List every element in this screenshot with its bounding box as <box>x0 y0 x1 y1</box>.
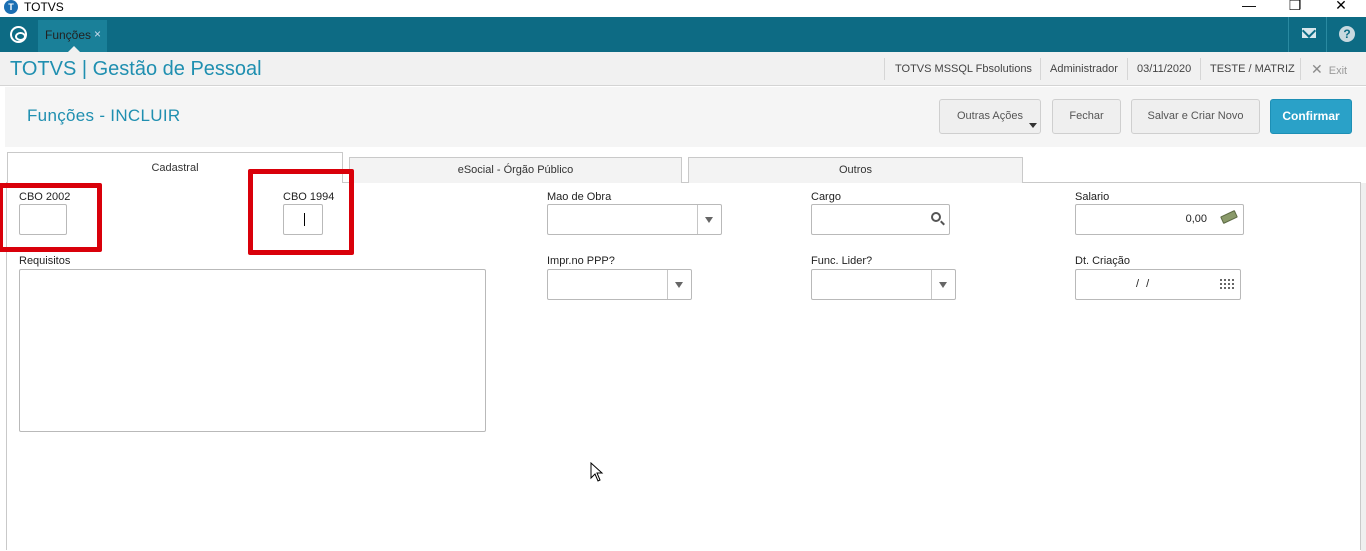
mao-de-obra-label: Mao de Obra <box>547 191 612 203</box>
chevron-down-icon <box>1029 123 1037 128</box>
appbar-divider <box>1288 17 1289 52</box>
other-actions-button[interactable]: Outras Ações <box>939 99 1041 134</box>
tab-outros[interactable]: Outros <box>688 157 1023 183</box>
home-button[interactable] <box>0 17 36 52</box>
app-tab-bar: Funções × ? <box>0 17 1366 52</box>
search-icon[interactable] <box>931 212 941 222</box>
header-divider <box>1200 58 1201 80</box>
tab-funcoes-label: Funções <box>45 28 92 42</box>
chevron-down-icon[interactable] <box>931 270 955 299</box>
page-title: Funções - INCLUIR <box>27 106 181 125</box>
header-divider <box>1127 58 1128 80</box>
header-divider <box>1300 58 1301 80</box>
appbar-divider <box>1326 17 1327 52</box>
impr-ppp-select[interactable] <box>547 269 692 300</box>
minimize-button[interactable]: — <box>1226 0 1272 15</box>
save-and-new-button[interactable]: Salvar e Criar Novo <box>1131 99 1260 134</box>
chevron-down-icon[interactable] <box>667 270 691 299</box>
header-divider <box>1040 58 1041 80</box>
mail-icon[interactable] <box>1302 28 1316 38</box>
date-info: 03/11/2020 <box>1137 63 1192 75</box>
chevron-down-icon[interactable] <box>697 205 721 234</box>
money-icon <box>1220 209 1239 225</box>
window-title: TOTVS <box>24 0 64 14</box>
dt-criacao-label: Dt. Criação <box>1075 255 1131 267</box>
form-scroll-edge <box>1361 183 1366 551</box>
totvs-app-icon: T <box>4 0 18 14</box>
other-actions-label: Outras Ações <box>956 110 1024 122</box>
cargo-label: Cargo <box>811 191 841 203</box>
close-window-button[interactable]: ✕ <box>1318 0 1364 15</box>
server-info: TOTVS MSSQL Fbsolutions <box>895 63 1032 75</box>
impr-ppp-label: Impr.no PPP? <box>547 255 615 267</box>
exit-icon: ✕ <box>1311 61 1323 77</box>
dt-criacao-input[interactable]: / / <box>1075 269 1241 300</box>
tab-funcoes[interactable]: Funções × <box>38 20 107 52</box>
help-icon[interactable]: ? <box>1339 26 1355 42</box>
func-lider-select[interactable] <box>811 269 956 300</box>
close-button[interactable]: Fechar <box>1052 99 1121 134</box>
annotation-highlight-cbo1994 <box>248 169 354 255</box>
totvs-home-icon <box>10 26 27 43</box>
tab-close-icon[interactable]: × <box>94 27 101 41</box>
dt-criacao-value: / / <box>1136 278 1152 290</box>
salario-input[interactable]: 0,00 <box>1075 204 1244 235</box>
salario-label: Salario <box>1075 191 1110 203</box>
tab-esocial[interactable]: eSocial - Órgão Público <box>349 157 682 183</box>
module-title: TOTVS | Gestão de Pessoal <box>10 58 262 80</box>
window-titlebar: T TOTVS — ❐ ✕ <box>0 0 1366 17</box>
header-divider <box>884 58 885 80</box>
exit-button[interactable]: ✕ Exit <box>1311 61 1347 78</box>
mao-de-obra-select[interactable] <box>547 204 722 235</box>
confirm-button[interactable]: Confirmar <box>1270 99 1352 134</box>
func-lider-label: Func. Lider? <box>811 255 873 267</box>
user-info: Administrador <box>1050 63 1118 75</box>
company-info: TESTE / MATRIZ <box>1210 63 1295 75</box>
annotation-highlight-cbo2002 <box>0 183 102 252</box>
restore-button[interactable]: ❐ <box>1272 0 1318 15</box>
salario-value: 0,00 <box>1185 213 1207 225</box>
exit-label: Exit <box>1328 65 1348 77</box>
module-header: TOTVS | Gestão de Pessoal TOTVS MSSQL Fb… <box>0 52 1366 86</box>
requisitos-label: Requisitos <box>19 255 71 267</box>
calendar-icon[interactable] <box>1219 278 1234 291</box>
requisitos-textarea[interactable] <box>19 269 486 432</box>
cargo-input[interactable] <box>811 204 950 235</box>
